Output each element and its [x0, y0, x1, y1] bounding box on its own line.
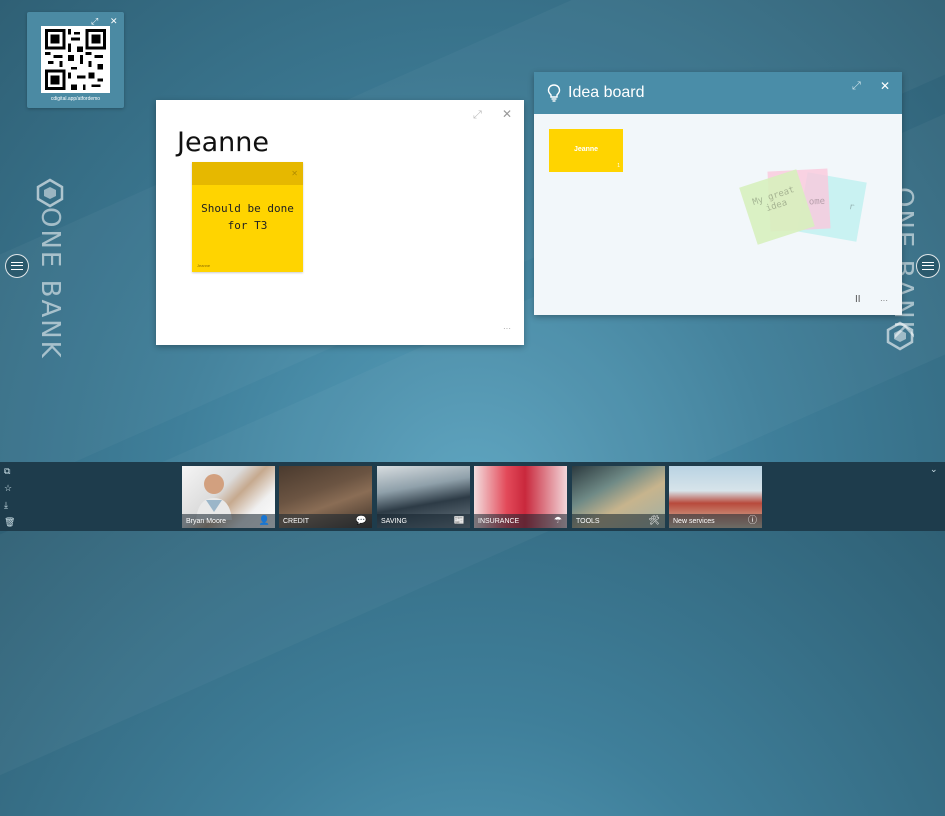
sticky-note-text[interactable]: Should be done for T3 [192, 200, 303, 234]
idea-tile[interactable]: Jeanne 1 [549, 129, 623, 172]
left-menu-button[interactable] [5, 254, 29, 278]
sticky-note-author: Jeanne [197, 263, 211, 268]
close-icon[interactable]: ✕ [502, 108, 512, 120]
favorites-icon[interactable]: ☆ [4, 483, 14, 493]
menu-icon [922, 262, 934, 270]
tile-label: SAVING [381, 518, 407, 525]
download-icon[interactable]: ⤓ [4, 500, 14, 510]
tile-insurance[interactable]: INSURANCE ☂ [474, 466, 567, 528]
tile-bryan-moore[interactable]: Bryan Moore 👤 [182, 466, 275, 528]
lightbulb-icon [547, 84, 561, 102]
qr-caption: cdigital.app/atfordemo [50, 96, 101, 102]
tools-icon: 🛠 [648, 515, 660, 525]
tile-label: New services [673, 518, 715, 525]
chat-icon: 💬 [355, 515, 367, 525]
person-icon: 👤 [258, 515, 270, 525]
pause-button[interactable]: II [855, 295, 861, 305]
right-menu-button[interactable] [916, 254, 940, 278]
idea-board-header[interactable]: Idea board ⤢ ✕ [534, 72, 902, 114]
idea-tile-name: Jeanne [573, 146, 599, 153]
more-options-button[interactable]: ··· [880, 296, 888, 305]
close-icon[interactable]: ✕ [110, 17, 118, 26]
expand-icon[interactable]: ⤢ [91, 17, 98, 26]
tile-label: CREDIT [283, 518, 310, 525]
qr-code-image [41, 26, 110, 93]
newspaper-icon: 📰 [453, 515, 465, 525]
note-title: Jeanne [177, 127, 269, 158]
tile-label: TOOLS [576, 518, 600, 525]
one-bank-logo-right [886, 321, 914, 351]
chevron-down-icon[interactable]: ⌄ [930, 465, 938, 474]
menu-icon [11, 262, 23, 270]
tile-saving[interactable]: SAVING 📰 [377, 466, 470, 528]
tile-tools[interactable]: TOOLS 🛠 [572, 466, 665, 528]
more-options-button[interactable]: ··· [503, 324, 511, 333]
tile-credit[interactable]: CREDIT 💬 [279, 466, 372, 528]
qr-code-card[interactable]: ⤢ ✕ cdigital.app/atfordemo [27, 12, 124, 108]
taskbar: ⧉ ☆ ⤓ 🗑 ⌄ Bryan Moore 👤 CREDIT 💬 SAVING … [0, 462, 945, 531]
ghost-note-text: r [847, 202, 856, 213]
info-icon: ⓘ [747, 515, 757, 525]
note-window[interactable]: ⤢ ✕ Jeanne ✕ Should be done for T3 Jeann… [156, 100, 524, 345]
sticky-note[interactable]: ✕ Should be done for T3 Jeanne [192, 162, 303, 272]
windows-icon[interactable]: ⧉ [4, 466, 14, 476]
umbrella-icon: ☂ [553, 515, 562, 525]
sticky-note-header[interactable]: ✕ [192, 162, 303, 185]
trash-icon[interactable]: 🗑 [4, 517, 15, 527]
tile-label: INSURANCE [478, 518, 520, 525]
person-photo [196, 474, 232, 520]
ghost-note-text: ome [808, 196, 826, 208]
idea-tile-count: 1 [617, 163, 620, 169]
ghost-note-text: My great idea [751, 185, 796, 215]
expand-icon[interactable]: ⤢ [473, 110, 482, 121]
close-icon[interactable]: ✕ [291, 169, 298, 178]
close-icon[interactable]: ✕ [880, 80, 890, 92]
brand-text-left: ONE BANK [35, 207, 65, 360]
expand-icon[interactable]: ⤢ [852, 81, 861, 92]
idea-board-title: Idea board [568, 84, 645, 101]
idea-board-window[interactable]: Idea board ⤢ ✕ Jeanne 1 r ome My great i… [534, 72, 902, 315]
one-bank-logo-left [36, 178, 64, 208]
tile-new-services[interactable]: New services ⓘ [669, 466, 762, 528]
tile-label: Bryan Moore [186, 518, 227, 525]
